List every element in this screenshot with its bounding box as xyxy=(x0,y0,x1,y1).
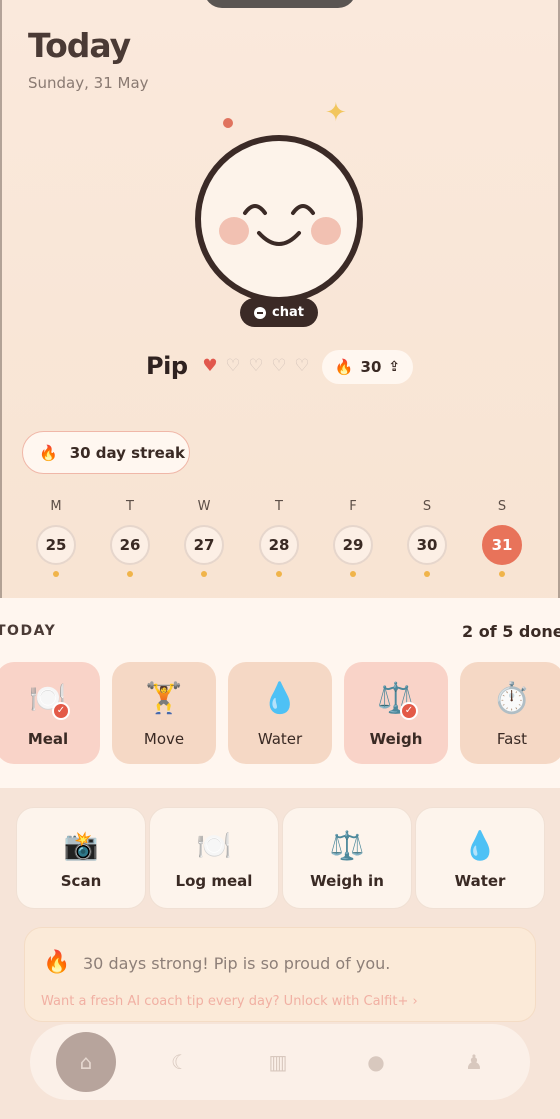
habit-label: Move xyxy=(143,730,185,748)
habit-label: Meal xyxy=(27,730,69,748)
home-icon[interactable]: ⌂ xyxy=(56,1032,116,1092)
streak-share-button[interactable]: 🔥 30 ⇪ xyxy=(322,350,413,384)
action-log-meal[interactable]: 🍽️ Log meal xyxy=(149,807,279,909)
sparkle-icon: ✦ xyxy=(325,98,347,128)
flame-icon: 🔥 xyxy=(39,443,58,462)
day-dot xyxy=(499,571,505,577)
decor-dot xyxy=(223,118,233,128)
week-day[interactable]: W 27 xyxy=(174,497,234,577)
habit-card-fast[interactable]: ⏱️ Fast xyxy=(460,662,560,764)
action-weigh-in[interactable]: ⚖️ Weigh in xyxy=(282,807,412,909)
heart-empty-icon: ♡ xyxy=(248,356,264,376)
droplet-icon: 💧 xyxy=(261,681,299,716)
plate-icon: 🍽️ xyxy=(29,681,67,716)
day-dot xyxy=(127,571,133,577)
week-day[interactable]: S 30 xyxy=(397,497,457,577)
habit-card-water[interactable]: 💧 Water xyxy=(228,662,332,764)
heart-empty-icon: ♡ xyxy=(271,356,287,376)
day-dot xyxy=(201,571,207,577)
habit-card-move[interactable]: 🏋️ Move xyxy=(112,662,216,764)
week-day[interactable]: T 26 xyxy=(100,497,160,577)
action-water[interactable]: 💧 Water xyxy=(415,807,545,909)
day-dot xyxy=(350,571,356,577)
chart-icon[interactable]: ▥ xyxy=(256,1040,300,1084)
plate-icon: 🍽️ xyxy=(196,829,232,862)
day-dot xyxy=(53,571,59,577)
day-number: 25 xyxy=(36,525,76,565)
action-label: Water xyxy=(454,872,506,890)
day-number: 27 xyxy=(184,525,224,565)
day-number: 31 xyxy=(482,525,522,565)
week-day-selected[interactable]: S 31 xyxy=(472,497,532,577)
flame-icon: 🔥 xyxy=(43,950,71,975)
week-day[interactable]: T 28 xyxy=(249,497,309,577)
action-label: Scan xyxy=(60,872,102,890)
day-letter: W xyxy=(197,499,211,514)
streak-label: 30 day streak xyxy=(69,443,185,462)
action-label: Log meal xyxy=(175,872,253,890)
app-screen: Today Sunday, 31 May ✦ chat Pip ♥ ♡ ♡ ♡ … xyxy=(0,0,560,1119)
stopwatch-icon: ⏱️ xyxy=(493,681,531,716)
chat-button[interactable]: chat xyxy=(240,298,318,327)
today-habits-panel: TODAY 2 of 5 done 🍽️ ✓ Meal 🏋️ Move 💧 Wa… xyxy=(0,598,560,788)
day-letter: M xyxy=(50,499,62,514)
panel-title: TODAY xyxy=(0,623,57,639)
day-number: 28 xyxy=(259,525,299,565)
check-icon: ✓ xyxy=(400,702,418,720)
week-day[interactable]: F 29 xyxy=(323,497,383,577)
day-dot xyxy=(424,571,430,577)
habit-card-meal[interactable]: 🍽️ ✓ Meal xyxy=(0,662,100,764)
device-notch xyxy=(204,0,356,8)
pet-face-icon xyxy=(243,204,315,246)
action-label: Weigh in xyxy=(310,872,384,890)
day-number: 26 xyxy=(110,525,150,565)
page-date: Sunday, 31 May xyxy=(28,74,149,92)
week-strip: M 25 T 26 W 27 T 28 F 29 S 30 S 31 xyxy=(26,497,538,587)
upgrade-link[interactable]: Want a fresh AI coach tip every day? Unl… xyxy=(41,994,418,1009)
week-day[interactable]: M 25 xyxy=(26,497,86,577)
flame-icon: 🔥 xyxy=(334,358,354,376)
scale-icon: ⚖️ xyxy=(329,829,365,862)
pet-avatar[interactable] xyxy=(195,135,363,303)
user-icon[interactable]: ♟ xyxy=(452,1040,496,1084)
coach-message-card[interactable]: 🔥 30 days strong! Pip is so proud of you… xyxy=(24,927,536,1022)
camera-icon: 📸 xyxy=(63,829,99,862)
screen-edge-left xyxy=(0,0,2,600)
coach-message: 30 days strong! Pip is so proud of you. xyxy=(83,954,391,973)
day-letter: F xyxy=(349,499,357,514)
habit-label: Weigh xyxy=(369,730,423,748)
heart-empty-icon: ♡ xyxy=(294,356,310,376)
share-icon: ⇪ xyxy=(388,359,401,375)
check-icon: ✓ xyxy=(52,702,70,720)
heart-full-icon: ♥ xyxy=(202,356,218,376)
day-letter: T xyxy=(275,499,283,514)
heart-empty-icon: ♡ xyxy=(225,356,241,376)
pet-name: Pip xyxy=(146,352,188,380)
moon-icon[interactable]: ☾ xyxy=(158,1040,202,1084)
pet-hearts: ♥ ♡ ♡ ♡ ♡ xyxy=(200,356,312,376)
habits-progress: 2 of 5 done xyxy=(462,622,560,641)
action-scan[interactable]: 📸 Scan xyxy=(16,807,146,909)
day-number: 29 xyxy=(333,525,373,565)
day-letter: S xyxy=(497,499,507,514)
chat-label: chat xyxy=(272,305,304,320)
scale-icon: ⚖️ xyxy=(377,681,415,716)
bottom-tab-bar: ⌂ ☾ ▥ ● ♟ xyxy=(30,1024,530,1100)
habit-card-weigh[interactable]: ⚖️ ✓ Weigh xyxy=(344,662,448,764)
chat-bubble-icon xyxy=(254,306,267,319)
droplet-icon: 💧 xyxy=(462,829,498,862)
trophy-icon: 🏋️ xyxy=(145,681,183,716)
streak-badge[interactable]: 🔥 30 day streak xyxy=(22,431,190,474)
habit-label: Fast xyxy=(496,730,528,748)
habit-label: Water xyxy=(257,730,303,748)
pet-icon[interactable]: ● xyxy=(354,1040,398,1084)
page-title: Today xyxy=(28,26,131,65)
day-letter: T xyxy=(126,499,134,514)
day-dot xyxy=(276,571,282,577)
streak-count: 30 xyxy=(360,358,382,376)
day-letter: S xyxy=(422,499,432,514)
day-number: 30 xyxy=(407,525,447,565)
